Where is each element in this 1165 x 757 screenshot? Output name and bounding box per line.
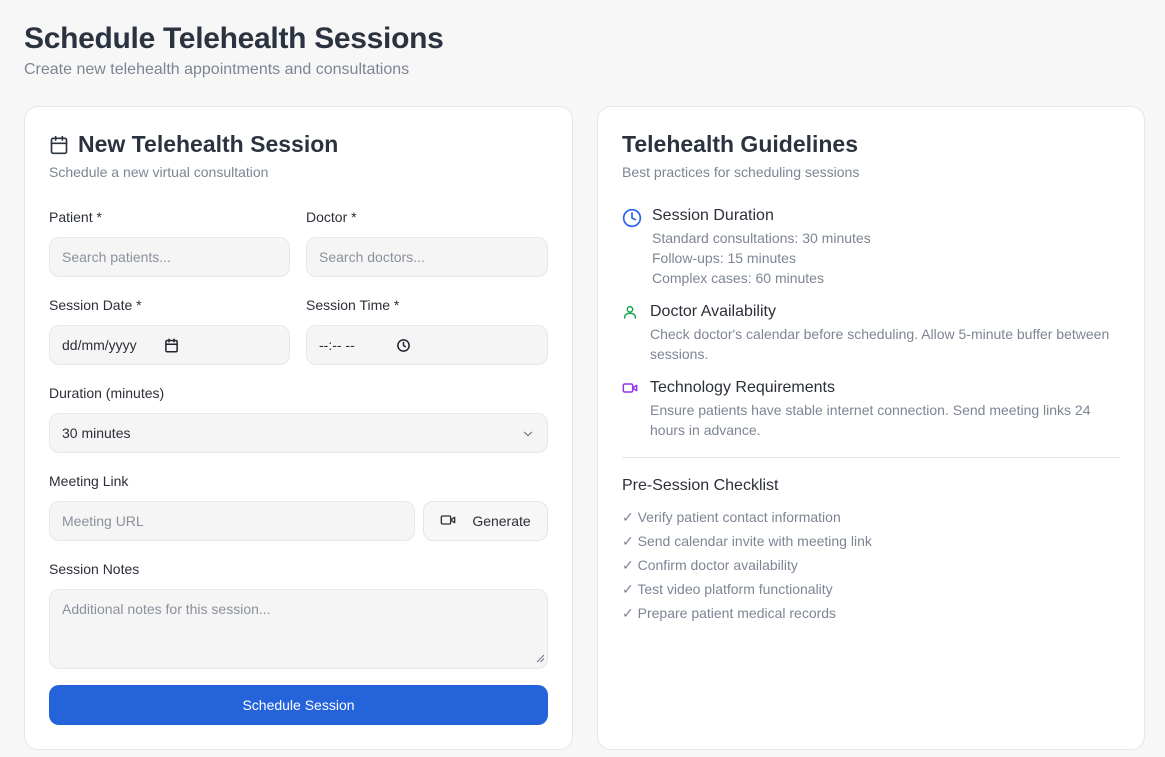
checklist-title: Pre-Session Checklist	[622, 477, 779, 494]
clock-icon[interactable]	[396, 338, 411, 353]
guideline-text: Follow-ups: 15 minutes	[652, 250, 796, 266]
page-title: Schedule Telehealth Sessions	[24, 22, 444, 55]
guideline-text: Ensure patients have stable internet con…	[650, 402, 1091, 418]
guideline-text: sessions.	[650, 346, 709, 362]
session-time-label: Session Time *	[306, 297, 400, 313]
meeting-url-input[interactable]: Meeting URL	[49, 501, 415, 541]
clock-icon	[622, 207, 642, 288]
guideline-text: hours in advance.	[650, 422, 761, 438]
guidelines-card: Telehealth Guidelines Best practices for…	[597, 106, 1145, 750]
guidelines-description: Best practices for scheduling sessions	[622, 164, 860, 180]
pre-session-checklist: ✓ Verify patient contact information ✓ S…	[622, 507, 872, 627]
patient-search-input[interactable]: Search patients...	[49, 237, 290, 277]
doctor-placeholder: Search doctors...	[319, 249, 425, 265]
guideline-technology-requirements: Technology Requirements Ensure patients …	[622, 379, 1091, 440]
meeting-link-label: Meeting Link	[49, 473, 129, 489]
generate-link-button[interactable]: Generate	[423, 501, 548, 541]
video-icon	[622, 379, 640, 440]
session-notes-label: Session Notes	[49, 561, 140, 577]
guidelines-title: Telehealth Guidelines	[622, 131, 858, 158]
divider	[622, 457, 1120, 458]
session-date-label: Session Date *	[49, 297, 142, 313]
form-title: New Telehealth Session	[49, 131, 338, 158]
guideline-title: Doctor Availability	[650, 303, 776, 320]
patient-label: Patient *	[49, 209, 102, 225]
checklist-item: ✓ Test video platform functionality	[622, 581, 833, 597]
guideline-text: Check doctor's calendar before schedulin…	[650, 326, 1110, 342]
duration-label: Duration (minutes)	[49, 385, 165, 401]
guideline-session-duration: Session Duration Standard consultations:…	[622, 207, 871, 288]
generate-label: Generate	[472, 513, 531, 529]
schedule-session-button[interactable]: Schedule Session	[49, 685, 548, 725]
chevron-down-icon	[521, 427, 535, 441]
calendar-icon[interactable]	[164, 338, 179, 353]
user-icon	[622, 303, 640, 364]
patient-placeholder: Search patients...	[62, 249, 171, 265]
guideline-title: Technology Requirements	[650, 379, 835, 396]
date-value: dd/mm/yyyy	[62, 337, 137, 353]
checklist-item: ✓ Verify patient contact information	[622, 509, 841, 525]
calendar-icon	[49, 135, 69, 155]
page-subtitle: Create new telehealth appointments and c…	[24, 61, 410, 78]
new-session-card: New Telehealth Session Schedule a new vi…	[24, 106, 573, 750]
guideline-title: Session Duration	[652, 207, 774, 224]
guideline-doctor-availability: Doctor Availability Check doctor's calen…	[622, 303, 1109, 364]
form-title-text: New Telehealth Session	[78, 131, 339, 157]
form-description: Schedule a new virtual consultation	[49, 164, 269, 180]
checklist-item: ✓ Prepare patient medical records	[622, 605, 837, 621]
checklist-item: ✓ Send calendar invite with meeting link	[622, 533, 872, 549]
guideline-text: Complex cases: 60 minutes	[652, 270, 824, 286]
meeting-url-placeholder: Meeting URL	[62, 513, 144, 529]
duration-select[interactable]: 30 minutes	[49, 413, 548, 453]
session-time-input[interactable]: --:-- --	[306, 325, 548, 365]
guidelines-title-text: Telehealth Guidelines	[622, 131, 859, 157]
video-icon	[440, 512, 456, 531]
doctor-search-input[interactable]: Search doctors...	[306, 237, 548, 277]
duration-selected-value: 30 minutes	[62, 425, 131, 441]
guideline-text: Standard consultations: 30 minutes	[652, 230, 871, 246]
resize-handle[interactable]	[536, 649, 545, 665]
notes-placeholder: Additional notes for this session...	[62, 601, 271, 617]
time-value: --:-- --	[319, 337, 355, 353]
checklist-item: ✓ Confirm doctor availability	[622, 557, 798, 573]
session-date-input[interactable]: dd/mm/yyyy	[49, 325, 290, 365]
session-notes-textarea[interactable]: Additional notes for this session...	[49, 589, 548, 669]
doctor-label: Doctor *	[306, 209, 357, 225]
